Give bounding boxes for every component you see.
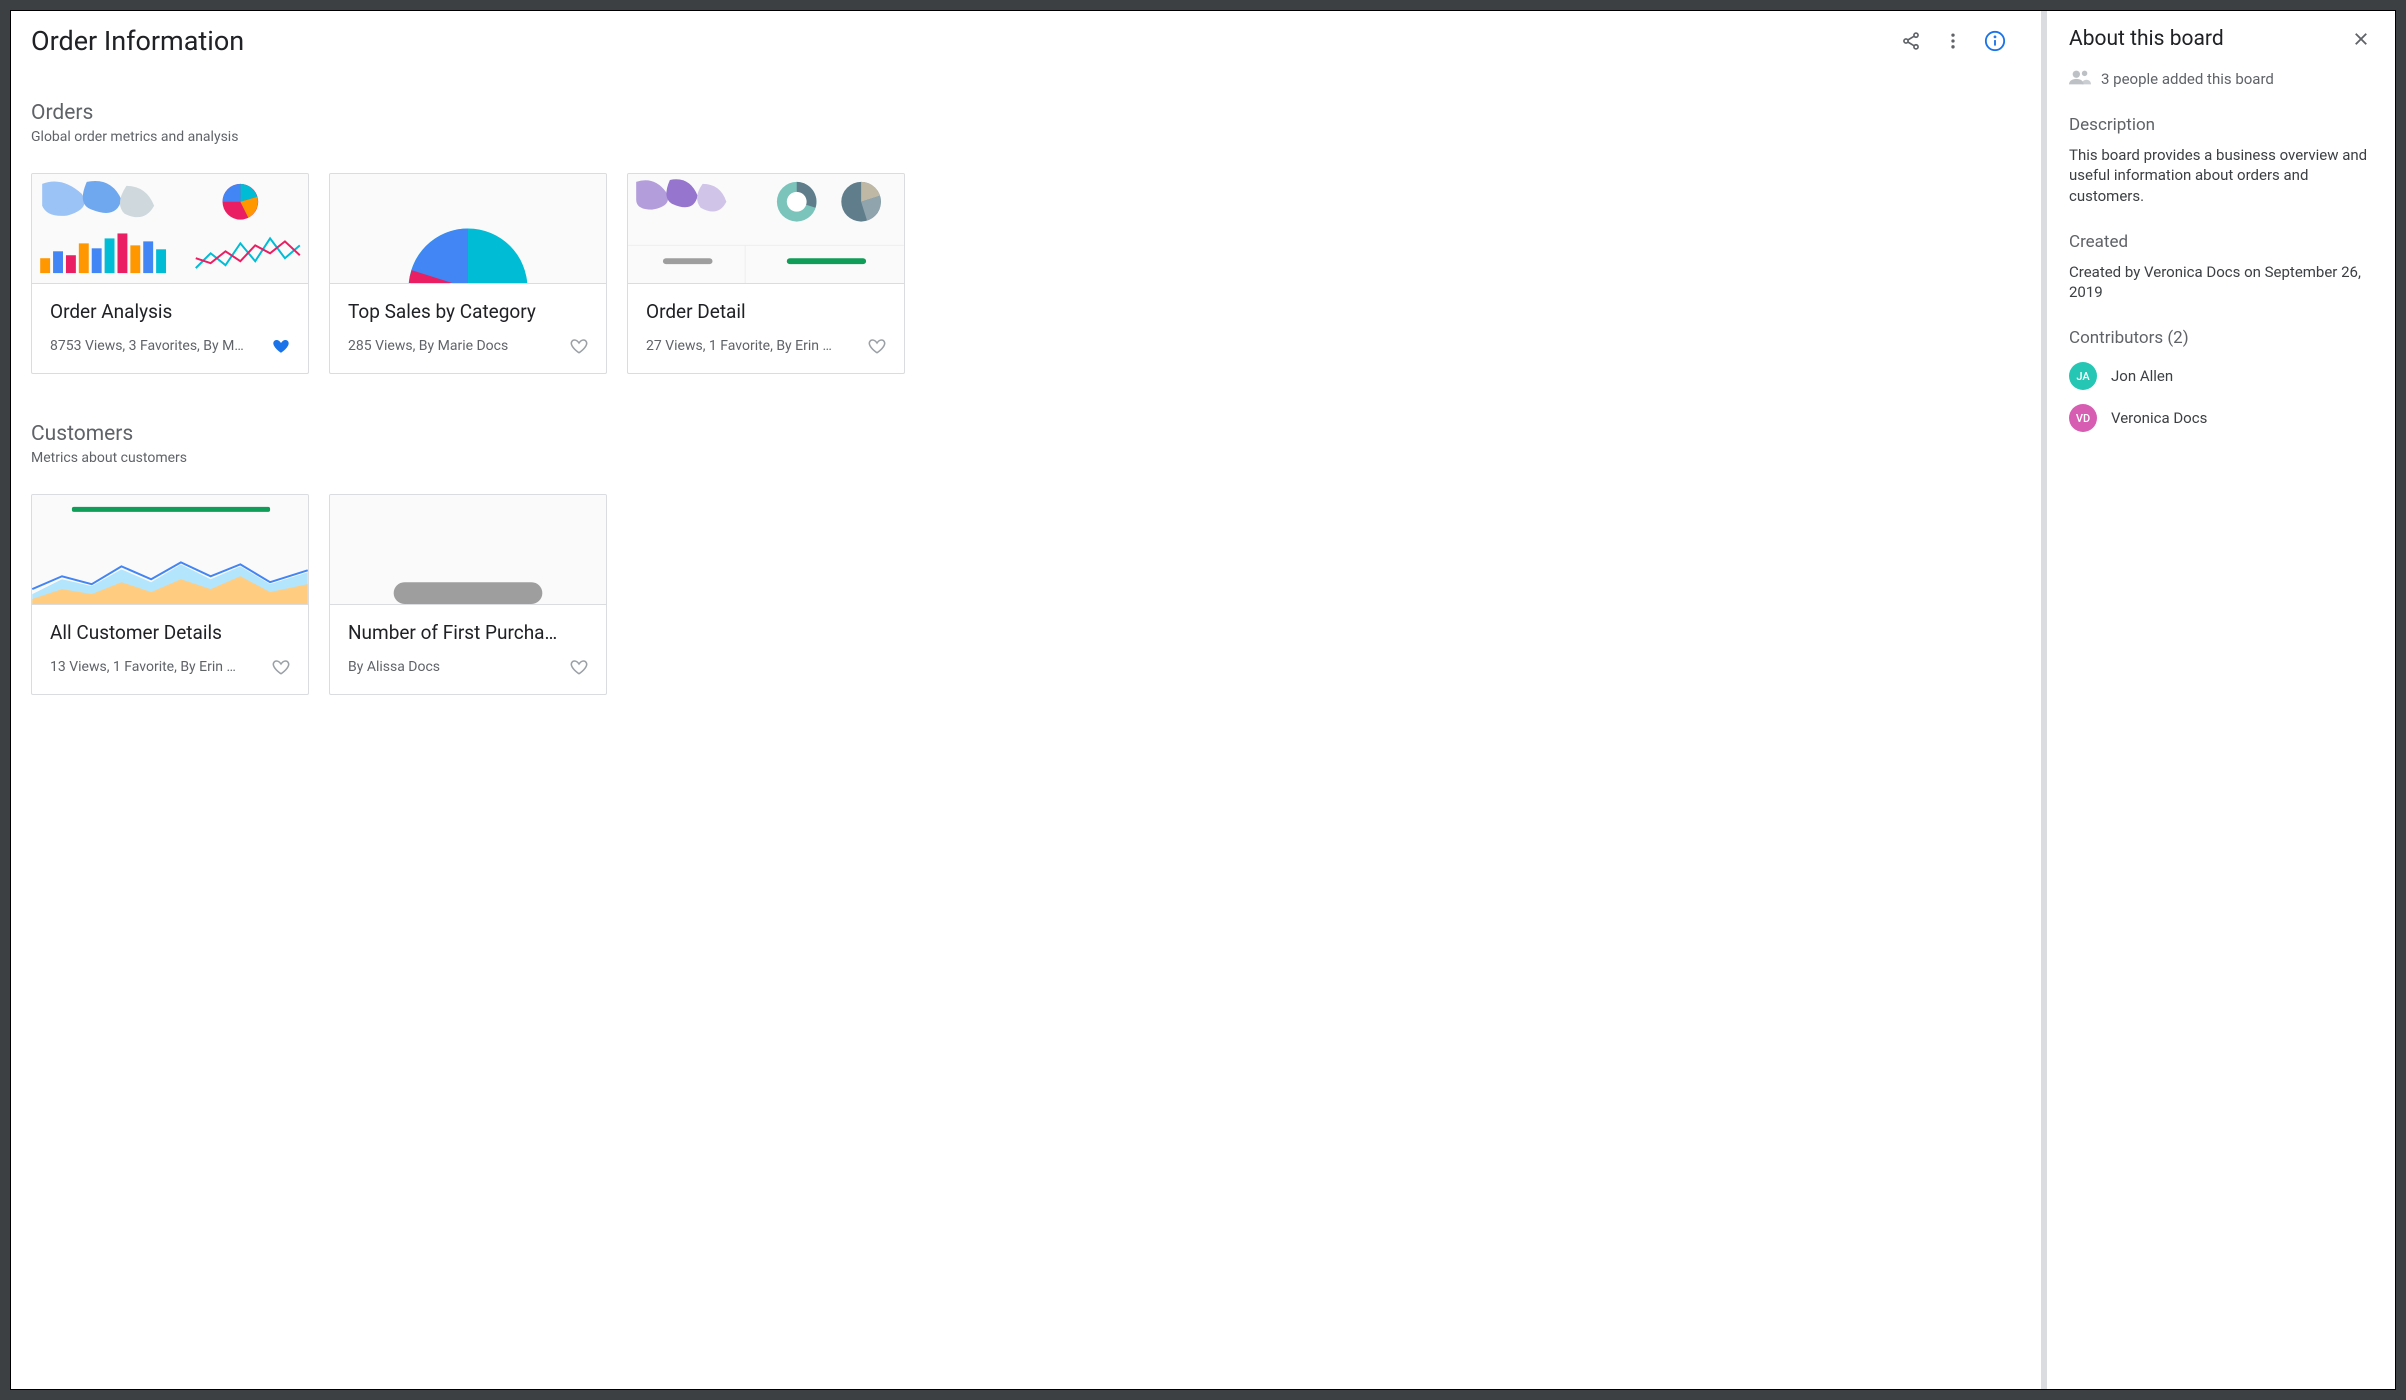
section-title-customers: Customers <box>31 422 2021 446</box>
card-order-detail[interactable]: Order Detail 27 Views, 1 Favorite, By Er… <box>627 173 905 374</box>
card-grid-orders: Order Analysis 8753 Views, 3 Favorites, … <box>31 173 2021 374</box>
card-grid-customers: All Customer Details 13 Views, 1 Favorit… <box>31 494 2021 695</box>
contributor-row: JA Jon Allen <box>2069 362 2373 390</box>
info-icon[interactable] <box>1983 29 2007 53</box>
contributor-row: VD Veronica Docs <box>2069 404 2373 432</box>
contributors-heading: Contributors (2) <box>2069 328 2373 348</box>
favorite-icon[interactable] <box>570 337 588 355</box>
section-subtitle-customers: Metrics about customers <box>31 450 2021 466</box>
favorite-icon[interactable] <box>272 337 290 355</box>
card-preview <box>32 495 308 605</box>
description-heading: Description <box>2069 115 2373 135</box>
created-heading: Created <box>2069 232 2373 252</box>
main-panel: Order Information Orders Global order me… <box>11 11 2041 1389</box>
card-meta: 13 Views, 1 Favorite, By Erin … <box>50 659 236 675</box>
card-meta: By Alissa Docs <box>348 659 440 675</box>
card-preview <box>32 174 308 284</box>
people-added-text: 3 people added this board <box>2101 70 2274 88</box>
card-preview <box>330 174 606 284</box>
card-preview <box>628 174 904 284</box>
avatar: JA <box>2069 362 2097 390</box>
card-title: Top Sales by Category <box>348 300 588 323</box>
title-actions <box>1899 29 2021 53</box>
close-icon[interactable] <box>2349 27 2373 51</box>
description-text: This board provides a business overview … <box>2069 145 2373 206</box>
card-meta: 285 Views, By Marie Docs <box>348 338 508 354</box>
people-icon <box>2069 69 2091 89</box>
favorite-icon[interactable] <box>272 658 290 676</box>
card-title: All Customer Details <box>50 621 290 644</box>
favorite-icon[interactable] <box>570 658 588 676</box>
card-order-analysis[interactable]: Order Analysis 8753 Views, 3 Favorites, … <box>31 173 309 374</box>
about-heading: About this board <box>2069 27 2224 51</box>
share-icon[interactable] <box>1899 29 1923 53</box>
avatar: VD <box>2069 404 2097 432</box>
card-first-purchases[interactable]: Number of First Purcha… By Alissa Docs <box>329 494 607 695</box>
favorite-icon[interactable] <box>868 337 886 355</box>
more-icon[interactable] <box>1941 29 1965 53</box>
card-all-customer-details[interactable]: All Customer Details 13 Views, 1 Favorit… <box>31 494 309 695</box>
card-top-sales[interactable]: Top Sales by Category 285 Views, By Mari… <box>329 173 607 374</box>
section-subtitle-orders: Global order metrics and analysis <box>31 129 2021 145</box>
card-meta: 8753 Views, 3 Favorites, By M… <box>50 338 244 354</box>
created-text: Created by Veronica Docs on September 26… <box>2069 262 2373 303</box>
about-panel: About this board 3 people added this boa… <box>2047 11 2395 1389</box>
card-meta: 27 Views, 1 Favorite, By Erin … <box>646 338 832 354</box>
card-preview <box>330 495 606 605</box>
card-title: Number of First Purcha… <box>348 621 588 644</box>
page-title: Order Information <box>31 25 244 57</box>
card-title: Order Analysis <box>50 300 290 323</box>
contributor-name: Jon Allen <box>2111 367 2173 385</box>
contributor-name: Veronica Docs <box>2111 409 2207 427</box>
section-title-orders: Orders <box>31 101 2021 125</box>
card-title: Order Detail <box>646 300 886 323</box>
